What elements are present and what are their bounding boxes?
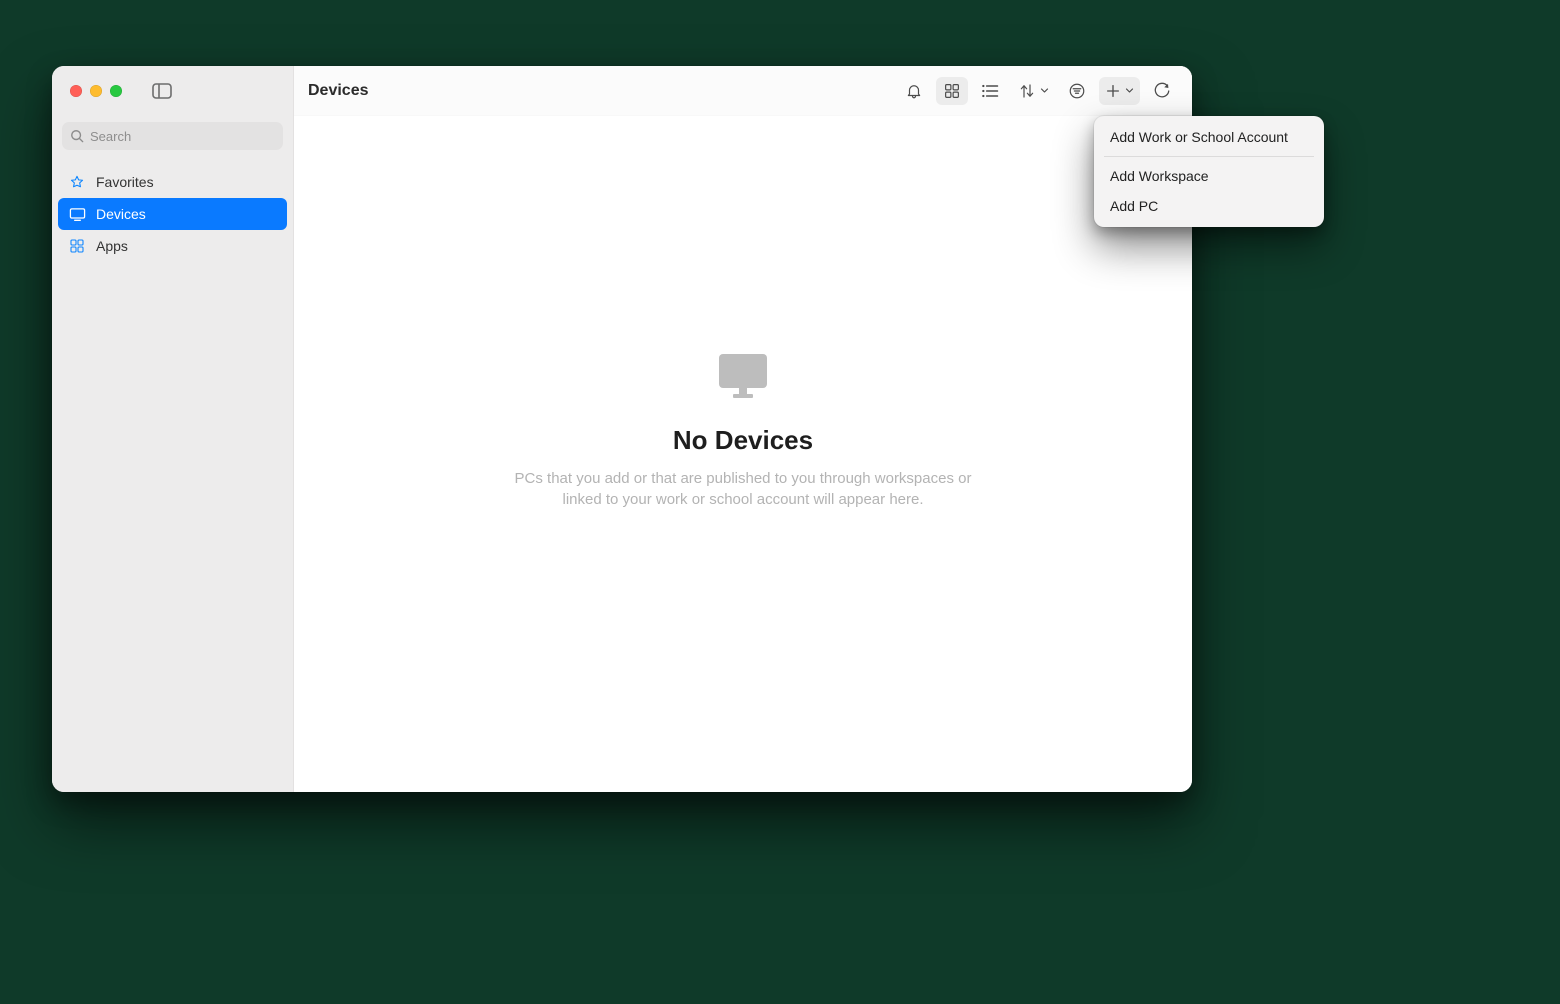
chevron-down-icon	[1040, 86, 1049, 95]
menu-item-add-pc[interactable]: Add PC	[1094, 191, 1324, 221]
main-area: Devices	[294, 66, 1192, 792]
toolbar-actions	[898, 77, 1178, 105]
titlebar	[52, 66, 293, 116]
sidebar-nav: Favorites Devices	[52, 162, 293, 266]
toggle-sidebar-button[interactable]	[148, 80, 176, 102]
apps-grid-icon	[68, 238, 86, 254]
chevron-down-icon	[1125, 86, 1134, 95]
plus-icon	[1105, 83, 1121, 99]
page-title: Devices	[308, 82, 369, 100]
refresh-button[interactable]	[1146, 77, 1178, 105]
add-menu-popover: Add Work or School Account Add Workspace…	[1094, 116, 1324, 227]
search-input[interactable]	[90, 129, 275, 144]
sidebar-item-label: Apps	[96, 238, 128, 254]
search-field[interactable]	[62, 122, 283, 150]
list-view-button[interactable]	[974, 77, 1006, 105]
sidebar-item-label: Devices	[96, 206, 146, 222]
refresh-icon	[1153, 82, 1171, 100]
empty-state-title: No Devices	[673, 425, 813, 456]
grid-view-button[interactable]	[936, 77, 968, 105]
content-area: No Devices PCs that you add or that are …	[294, 116, 1192, 792]
app-window: Favorites Devices	[52, 66, 1192, 792]
window-controls	[70, 85, 122, 97]
menu-item-add-workspace[interactable]: Add Workspace	[1094, 161, 1324, 191]
empty-state-description: PCs that you add or that are published t…	[503, 468, 983, 510]
sidebar-item-devices[interactable]: Devices	[58, 198, 287, 230]
display-icon	[68, 207, 86, 222]
toolbar: Devices	[294, 66, 1192, 116]
sidebar-item-favorites[interactable]: Favorites	[58, 166, 287, 198]
filter-icon	[1068, 82, 1086, 100]
list-view-icon	[980, 83, 1000, 99]
minimize-window-button[interactable]	[90, 85, 102, 97]
add-button[interactable]	[1099, 77, 1140, 105]
bell-icon	[905, 82, 923, 100]
sidebar-item-apps[interactable]: Apps	[58, 230, 287, 262]
app-stage: Favorites Devices	[0, 0, 1560, 1004]
sort-arrows-icon	[1018, 82, 1036, 100]
search-icon	[70, 129, 84, 143]
notifications-button[interactable]	[898, 77, 930, 105]
sidebar: Favorites Devices	[52, 66, 294, 792]
empty-state-display-icon	[715, 352, 771, 405]
zoom-window-button[interactable]	[110, 85, 122, 97]
sort-button[interactable]	[1012, 77, 1055, 105]
star-icon	[68, 174, 86, 190]
menu-item-add-account[interactable]: Add Work or School Account	[1094, 122, 1324, 152]
grid-view-icon	[943, 82, 961, 100]
filter-button[interactable]	[1061, 77, 1093, 105]
menu-divider	[1104, 156, 1314, 157]
sidebar-icon	[152, 83, 172, 99]
sidebar-item-label: Favorites	[96, 174, 154, 190]
close-window-button[interactable]	[70, 85, 82, 97]
search-container	[52, 116, 293, 162]
